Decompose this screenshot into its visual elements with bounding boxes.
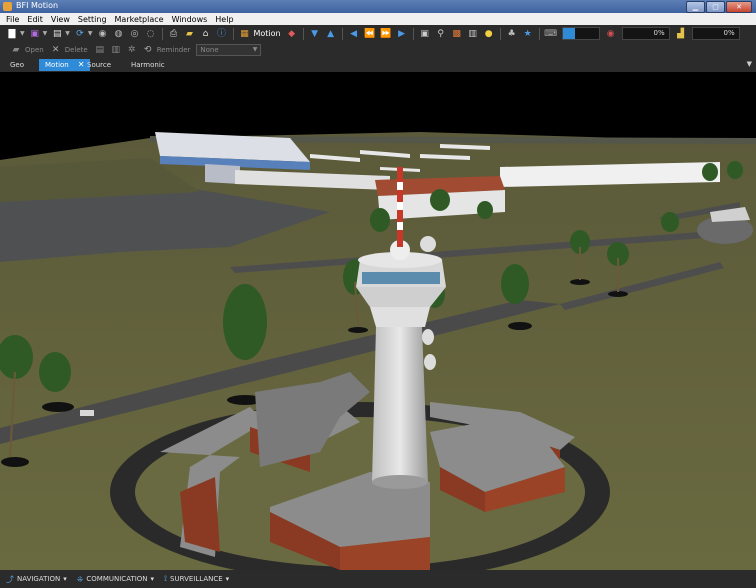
menu-file[interactable]: File — [2, 13, 23, 25]
close-button[interactable]: ✕ — [726, 1, 752, 13]
menu-windows[interactable]: Windows — [168, 13, 212, 25]
chevron-down-icon[interactable]: ▼ — [65, 30, 70, 37]
main-toolbar: ▇ ▼ ▣ ▼ ▤ ▼ ⟳ ▼ ◉ ◍ ◎ ◌ ⎙ ▰ ⌂ ⓘ ▦ Motion ◆ ▼… — [0, 25, 756, 42]
eraser-icon[interactable]: ◆ — [286, 28, 298, 40]
chevron-down-icon[interactable]: ▼ — [88, 30, 93, 37]
chevron-down-icon[interactable]: ▼ — [20, 30, 25, 37]
tree-icon[interactable]: ♣ — [506, 28, 518, 40]
maximize-button[interactable]: ▢ — [706, 1, 725, 13]
grid-icon[interactable]: ▦ — [239, 28, 251, 40]
title-bar: BFI Motion ▁ ▢ ✕ — [0, 0, 756, 13]
play-icon[interactable]: ▶ — [396, 28, 408, 40]
surveillance-label: SURVEILLANCE — [170, 575, 223, 583]
delete-icon[interactable]: ✕ — [50, 44, 62, 56]
chevron-down-icon[interactable]: ▼ — [747, 60, 752, 68]
folder-icon[interactable]: ▰ — [184, 28, 196, 40]
window-layout-icon[interactable]: ▣ — [29, 28, 41, 40]
globe-network-icon[interactable]: ◍ — [113, 28, 125, 40]
window-title: BFI Motion — [16, 1, 59, 10]
app-icon — [3, 2, 12, 11]
percent-field-a: 0% — [621, 27, 670, 40]
keyboard-icon[interactable]: ⌨ — [544, 28, 557, 40]
home-icon[interactable]: ⌂ — [200, 28, 212, 40]
fast-forward-icon[interactable]: ⏩ — [380, 28, 392, 40]
motion-button-label[interactable]: Motion — [254, 29, 281, 38]
secondary-toolbar: ▰ Open ✕ Delete ▤ ▥ ✲ ⟲ Reminder None ▼ — [0, 42, 756, 58]
bottom-bar: ⤴ NAVIGATION ▾ ⁜ COMMUNICATION ▾ ⟟ SURVE… — [0, 570, 756, 588]
film-icon[interactable]: ▥ — [467, 28, 479, 40]
new-file-icon[interactable]: ▇ — [6, 28, 18, 40]
delete-button-label[interactable]: Delete — [65, 46, 88, 54]
search-icon[interactable]: ⚲ — [435, 28, 447, 40]
tab-bar: Geo Motion ✕ Source Harmonic ▼ — [0, 58, 756, 73]
reminder-select-value: None — [200, 46, 219, 54]
copy-icon[interactable]: ▤ — [94, 44, 106, 56]
info-icon[interactable]: ⓘ — [216, 28, 228, 40]
window-controls: ▁ ▢ ✕ — [686, 1, 752, 13]
menu-help[interactable]: Help — [211, 13, 237, 25]
communication-icon: ⁜ — [76, 574, 84, 584]
arrow-down-icon[interactable]: ▼ — [309, 28, 321, 40]
tab-harmonic[interactable]: Harmonic — [131, 59, 165, 71]
arrow-up-icon[interactable]: ▲ — [325, 28, 337, 40]
step-back-icon[interactable]: ◀ — [348, 28, 360, 40]
progress-bar-fill — [562, 28, 576, 39]
globe-icon[interactable]: ◉ — [97, 28, 109, 40]
tab-motion[interactable]: Motion ✕ — [39, 59, 91, 71]
rewind-icon[interactable]: ⏪ — [364, 28, 376, 40]
lightbulb-icon[interactable]: ● — [483, 28, 495, 40]
airport-scene — [0, 72, 756, 570]
communication-menu[interactable]: ⁜ COMMUNICATION ▾ — [77, 575, 154, 584]
menu-marketplace[interactable]: Marketplace — [111, 13, 168, 25]
settings-icon[interactable]: ✲ — [126, 44, 138, 56]
surveillance-icon: ⟟ — [164, 574, 168, 583]
chevron-down-icon: ▾ — [225, 575, 230, 583]
menu-view[interactable]: View — [47, 13, 74, 25]
vehicle — [80, 410, 94, 416]
globe-layers-icon[interactable]: ◎ — [129, 28, 141, 40]
chevron-down-icon: ▾ — [150, 575, 155, 583]
3d-viewport[interactable] — [0, 72, 756, 570]
surveillance-menu[interactable]: ⟟ SURVEILLANCE ▾ — [164, 574, 229, 584]
document-icon[interactable]: ▤ — [51, 28, 63, 40]
tab-motion-label: Motion — [45, 61, 69, 69]
signal-icon[interactable]: ▟ — [675, 28, 687, 40]
navigation-menu[interactable]: ⤴ NAVIGATION ▾ — [6, 574, 67, 585]
navigation-label: NAVIGATION — [17, 575, 61, 583]
panel-icon[interactable]: ▥ — [110, 44, 122, 56]
image-icon[interactable]: ▩ — [451, 28, 463, 40]
print-icon[interactable]: ⎙ — [168, 28, 180, 40]
minimize-button[interactable]: ▁ — [686, 1, 705, 13]
close-icon[interactable]: ✕ — [78, 60, 85, 69]
record-icon[interactable]: ◉ — [605, 28, 617, 40]
menu-edit[interactable]: Edit — [23, 13, 47, 25]
reminder-label: Reminder — [156, 46, 191, 54]
refresh-icon[interactable]: ⟳ — [74, 28, 86, 40]
progress-bar — [561, 27, 600, 40]
star-icon[interactable]: ★ — [522, 28, 534, 40]
chevron-down-icon: ▼ — [252, 46, 258, 53]
open-button-label[interactable]: Open — [25, 46, 44, 54]
open-icon[interactable]: ▰ — [10, 44, 22, 56]
globe-settings-icon[interactable]: ◌ — [145, 28, 157, 40]
screen-icon[interactable]: ▣ — [419, 28, 431, 40]
percent-field-b: 0% — [691, 27, 740, 40]
navigation-icon: ⤴ — [6, 574, 14, 584]
tab-geo[interactable]: Geo — [10, 59, 24, 71]
tab-source[interactable]: Source — [87, 59, 111, 71]
communication-label: COMMUNICATION — [86, 575, 148, 583]
chevron-down-icon: ▾ — [63, 575, 67, 583]
chevron-down-icon[interactable]: ▼ — [43, 30, 48, 37]
reminder-select[interactable]: None ▼ — [196, 44, 262, 56]
menu-setting[interactable]: Setting — [74, 13, 111, 25]
reminder-icon[interactable]: ⟲ — [142, 44, 154, 56]
